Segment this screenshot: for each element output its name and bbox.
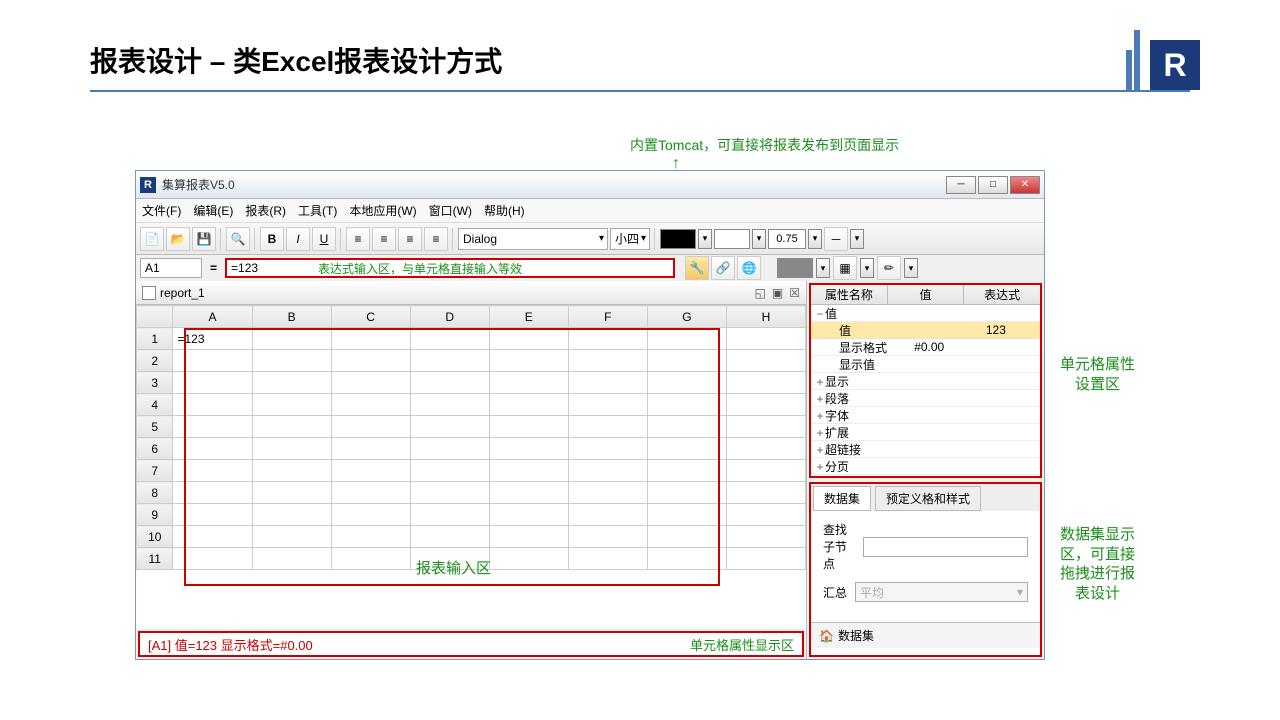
menu-window[interactable]: 窗口(W)	[429, 202, 472, 219]
prop-row[interactable]: +显示	[811, 373, 1040, 390]
formula-hint: 表达式输入区，与单元格直接输入等效	[318, 260, 522, 277]
prop-row[interactable]: 值 123	[811, 322, 1040, 339]
border-dropdown[interactable]: ▾	[860, 258, 874, 278]
linewidth-dropdown[interactable]: ▾	[808, 229, 822, 249]
prop-row[interactable]: +段落	[811, 390, 1040, 407]
document-name: report_1	[160, 286, 205, 300]
status-info: [A1] 值=123 显示格式=#0.00	[148, 635, 313, 654]
bgcolor-swatch[interactable]	[714, 229, 750, 249]
size-select[interactable]: 小四	[610, 228, 650, 250]
prop-row[interactable]: −值	[811, 305, 1040, 322]
bordercolor-swatch[interactable]	[777, 258, 813, 278]
app-icon: R	[140, 177, 156, 193]
formula-input[interactable]: =123 表达式输入区，与单元格直接输入等效	[225, 258, 675, 278]
align-left-button[interactable]: ≡	[346, 227, 370, 251]
document-icon	[142, 286, 156, 300]
sheet-area-label: 报表输入区	[416, 557, 491, 578]
property-panel: 属性名称 值 表达式 −值 值 123 显示格式 #0.00 显示值 +显示 +…	[809, 283, 1042, 478]
logo: R	[1126, 30, 1200, 90]
annotation-data-area: 数据集显示区，可直接拖拽进行报表设计	[1060, 525, 1135, 603]
menubar: 文件(F) 编辑(E) 报表(R) 工具(T) 本地应用(W) 窗口(W) 帮助…	[136, 199, 1044, 223]
status-bar: [A1] 值=123 显示格式=#0.00 单元格属性显示区	[138, 631, 804, 657]
spreadsheet[interactable]: ABCDEFGH1=123234567891011 报表输入区	[136, 305, 806, 629]
tomcat-note: 内置Tomcat，可直接将报表发布到页面显示	[630, 135, 899, 155]
border-button[interactable]: ▦	[833, 256, 857, 280]
fx-button[interactable]: 🔧	[685, 256, 709, 280]
menu-local[interactable]: 本地应用(W)	[349, 202, 416, 219]
dataset-panel: 数据集 预定义格和样式 查找子节点 汇总 平均 🏠 数据集	[809, 482, 1042, 657]
equals-label: =	[206, 261, 221, 275]
font-select[interactable]: Dialog	[458, 228, 608, 250]
bordercolor-dropdown[interactable]: ▾	[816, 258, 830, 278]
menu-report[interactable]: 报表(R)	[245, 202, 286, 219]
italic-button[interactable]: I	[286, 227, 310, 251]
web-button[interactable]: 🌐	[737, 256, 761, 280]
maximize-button[interactable]: □	[978, 176, 1008, 194]
doc-restore-icon[interactable]: ◱	[755, 286, 766, 300]
close-button[interactable]: ✕	[1010, 176, 1040, 194]
doc-close-icon[interactable]: ☒	[789, 286, 800, 300]
eraser-button[interactable]: ✏	[877, 256, 901, 280]
agg-select[interactable]: 平均	[855, 582, 1028, 602]
fgcolor-swatch[interactable]	[660, 229, 696, 249]
minimize-button[interactable]: ─	[946, 176, 976, 194]
prop-row[interactable]: +字体	[811, 407, 1040, 424]
prop-header-name: 属性名称	[811, 285, 888, 304]
tab-predefined[interactable]: 预定义格和样式	[875, 486, 981, 511]
slide-title: 报表设计 – 类Excel报表设计方式	[0, 0, 1280, 90]
home-icon: 🏠	[819, 629, 834, 643]
app-window: R 集算报表V5.0 ─ □ ✕ 文件(F) 编辑(E) 报表(R) 工具(T)…	[135, 170, 1045, 660]
underline-button[interactable]: U	[312, 227, 336, 251]
menu-file[interactable]: 文件(F)	[142, 202, 181, 219]
prop-row[interactable]: +WEB	[811, 475, 1040, 478]
fgcolor-dropdown[interactable]: ▾	[698, 229, 712, 249]
prop-row[interactable]: +扩展	[811, 424, 1040, 441]
prop-header-expr: 表达式	[964, 285, 1040, 304]
prop-row[interactable]: +超链接	[811, 441, 1040, 458]
dataset-footer-label: 数据集	[838, 627, 874, 644]
eraser-dropdown[interactable]: ▾	[904, 258, 918, 278]
menu-tool[interactable]: 工具(T)	[298, 202, 337, 219]
linestyle-button[interactable]: ─	[824, 227, 848, 251]
formula-bar: A1 = =123 表达式输入区，与单元格直接输入等效 🔧 🔗 🌐 ▾ ▦ ▾ …	[136, 255, 1044, 281]
align-center-button[interactable]: ≡	[372, 227, 396, 251]
prop-row[interactable]: 显示值	[811, 356, 1040, 373]
bold-button[interactable]: B	[260, 227, 284, 251]
save-button[interactable]: 💾	[192, 227, 216, 251]
prop-header-value: 值	[888, 285, 965, 304]
search-label: 查找子节点	[823, 521, 855, 572]
tab-dataset[interactable]: 数据集	[813, 486, 871, 511]
dataset-footer[interactable]: 🏠 数据集	[811, 622, 1040, 648]
status-label: 单元格属性显示区	[690, 635, 794, 654]
doc-maximize-icon[interactable]: ▣	[772, 286, 783, 300]
preview-button[interactable]: 🔍	[226, 227, 250, 251]
titlebar: R 集算报表V5.0 ─ □ ✕	[136, 171, 1044, 199]
linestyle-dropdown[interactable]: ▾	[850, 229, 864, 249]
new-button[interactable]: 📄	[140, 227, 164, 251]
open-button[interactable]: 📂	[166, 227, 190, 251]
cell-reference[interactable]: A1	[140, 258, 202, 278]
annotation-prop-area: 单元格属性设置区	[1060, 355, 1135, 394]
align-right-button[interactable]: ≡	[398, 227, 422, 251]
linewidth-box[interactable]: 0.75	[768, 229, 806, 249]
prop-row[interactable]: 显示格式 #0.00	[811, 339, 1040, 356]
main-toolbar: 📄 📂 💾 🔍 B I U ≡ ≡ ≡ ≡ Dialog 小四 ▾ ▾ 0.75…	[136, 223, 1044, 255]
align-justify-button[interactable]: ≡	[424, 227, 448, 251]
bgcolor-dropdown[interactable]: ▾	[752, 229, 766, 249]
browse-button[interactable]: 🔗	[711, 256, 735, 280]
document-tab[interactable]: report_1 ◱ ▣ ☒	[136, 281, 806, 305]
agg-label: 汇总	[823, 584, 847, 601]
window-title: 集算报表V5.0	[162, 176, 946, 193]
menu-edit[interactable]: 编辑(E)	[193, 202, 233, 219]
prop-row[interactable]: +分页	[811, 458, 1040, 475]
title-divider	[90, 90, 1190, 92]
search-input[interactable]	[863, 537, 1028, 557]
menu-help[interactable]: 帮助(H)	[484, 202, 525, 219]
